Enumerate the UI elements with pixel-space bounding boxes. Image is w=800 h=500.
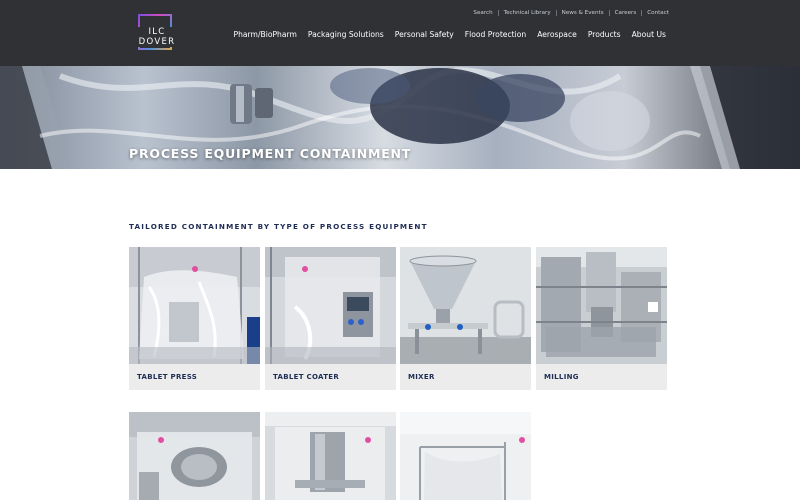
divider: [555, 10, 557, 16]
divider: [608, 10, 610, 16]
nav-item-about-us[interactable]: About Us: [632, 30, 666, 39]
card-milling[interactable]: MILLING: [536, 247, 667, 390]
util-link-news-events[interactable]: News & Events: [562, 10, 604, 16]
divider: [497, 10, 499, 16]
equipment-image: [265, 412, 396, 500]
util-link-contact[interactable]: Contact: [647, 10, 669, 16]
ilc-dover-logo[interactable]: ILC DOVER: [129, 14, 185, 52]
nav-item-pharm-biopharm[interactable]: Pharm/BioPharm: [234, 30, 297, 39]
util-link-search[interactable]: Search: [473, 10, 492, 16]
card-mixer[interactable]: MIXER: [400, 247, 531, 390]
util-link-technical-library[interactable]: Technical Library: [504, 10, 551, 16]
site-header: ILC DOVER Search Technical Library News …: [0, 0, 800, 66]
milling-image: [536, 247, 667, 364]
card-label: TABLET PRESS: [137, 373, 198, 381]
card-tablet-press[interactable]: TABLET PRESS: [129, 247, 260, 390]
logo-text: ILC DOVER: [129, 27, 185, 47]
card-label: TABLET COATER: [273, 373, 340, 381]
equipment-image: [129, 412, 260, 500]
nav-item-packaging-solutions[interactable]: Packaging Solutions: [308, 30, 384, 39]
main-nav: Pharm/BioPharm Packaging Solutions Perso…: [223, 28, 666, 40]
card-row2-3[interactable]: [400, 412, 531, 500]
divider: [641, 10, 643, 16]
card-tablet-coater[interactable]: TABLET COATER: [265, 247, 396, 390]
tablet-press-image: [129, 247, 260, 364]
hero-title: PROCESS EQUIPMENT CONTAINMENT: [129, 146, 412, 161]
section-heading: TAILORED CONTAINMENT BY TYPE OF PROCESS …: [129, 222, 428, 231]
card-row2-2[interactable]: [265, 412, 396, 500]
mixer-image: [400, 247, 531, 364]
card-label: MIXER: [408, 373, 435, 381]
nav-item-aerospace[interactable]: Aerospace: [537, 30, 577, 39]
card-label: MILLING: [544, 373, 579, 381]
tablet-coater-image: [265, 247, 396, 364]
util-link-careers[interactable]: Careers: [615, 10, 637, 16]
hero-banner: PROCESS EQUIPMENT CONTAINMENT: [0, 66, 800, 169]
nav-item-personal-safety[interactable]: Personal Safety: [395, 30, 454, 39]
nav-item-flood-protection[interactable]: Flood Protection: [465, 30, 526, 39]
nav-item-products[interactable]: Products: [588, 30, 621, 39]
equipment-image: [400, 412, 531, 500]
card-row2-1[interactable]: [129, 412, 260, 500]
utility-nav: Search Technical Library News & Events C…: [473, 8, 669, 18]
